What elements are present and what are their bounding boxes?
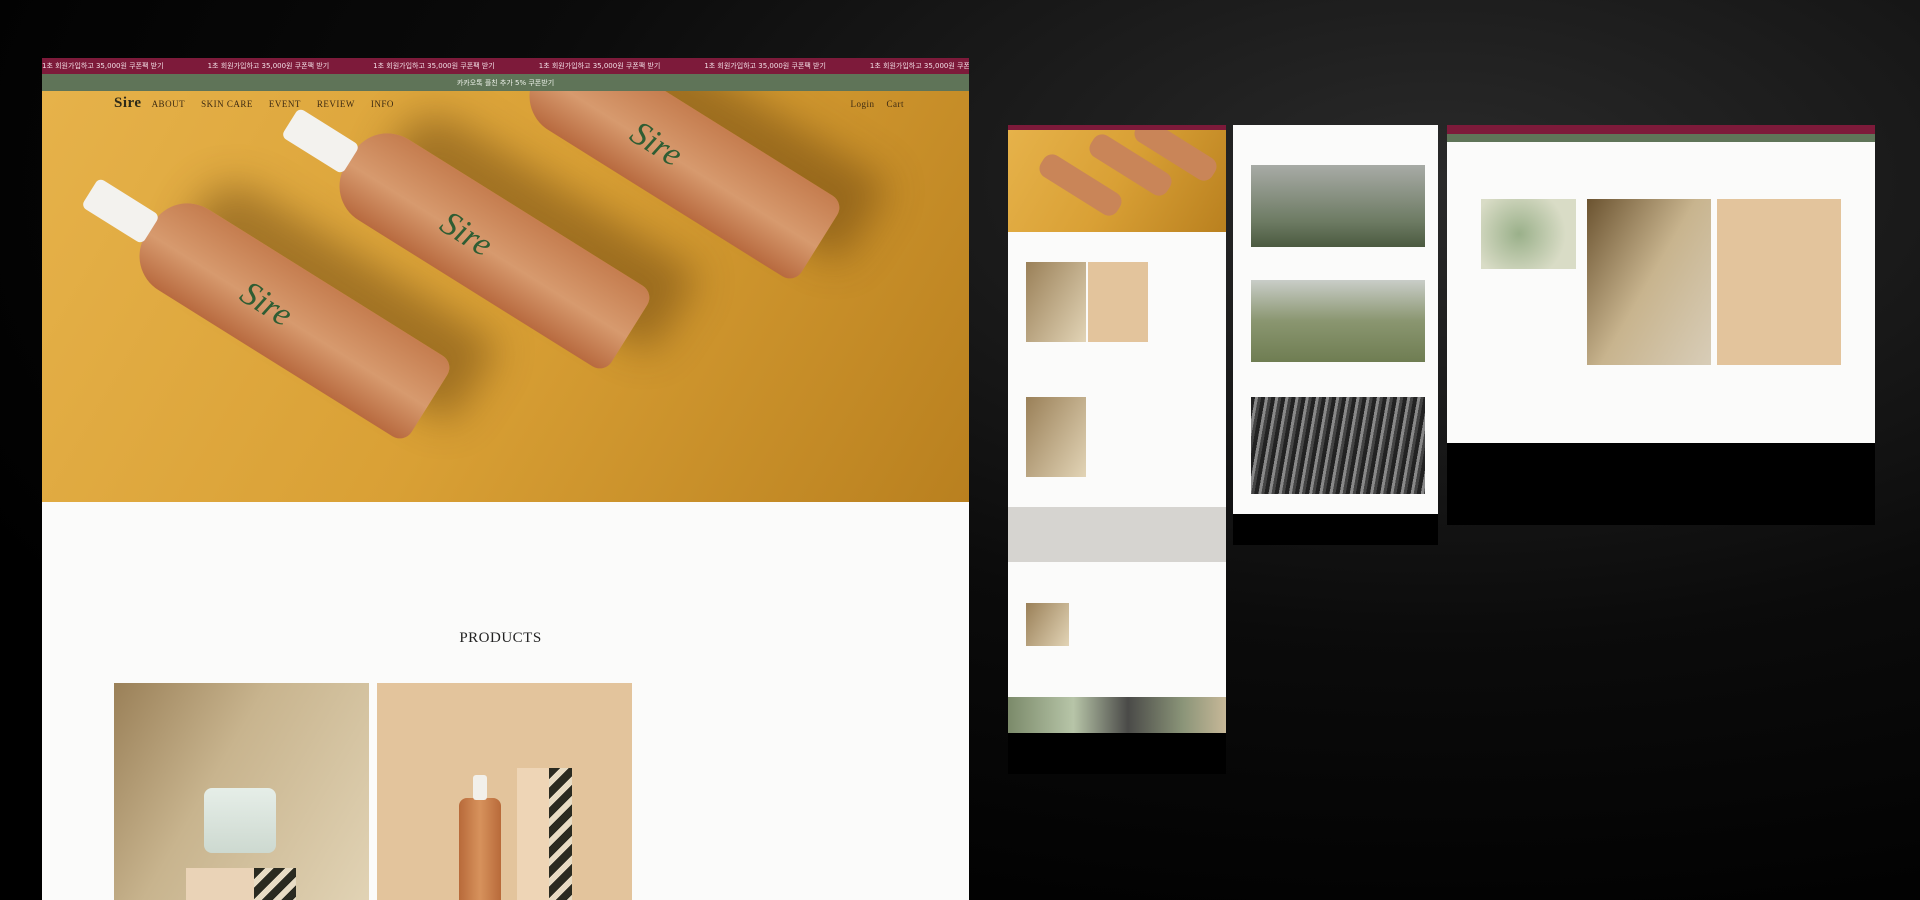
login-link[interactable]: Login bbox=[851, 99, 875, 109]
nav-review[interactable]: REVIEW bbox=[317, 99, 355, 109]
nav-event[interactable]: EVENT bbox=[269, 99, 301, 109]
shop-page-preview bbox=[1447, 125, 1875, 525]
logo[interactable]: Sire bbox=[114, 95, 142, 112]
marquee-text: 1초 회원가입하고 35,000원 쿠폰팩 받기 bbox=[207, 62, 330, 70]
main-page-preview: 1초 회원가입하고 35,000원 쿠폰팩 받기 1초 회원가입하고 35,00… bbox=[42, 58, 969, 900]
marquee-text: 1초 회원가입하고 35,000원 쿠폰팩 받기 bbox=[373, 62, 495, 70]
announcement-marquee[interactable]: 1초 회원가입하고 35,000원 쿠폰팩 받기 1초 회원가입하고 35,00… bbox=[42, 58, 969, 74]
mobile-home-preview bbox=[1008, 125, 1226, 774]
kakao-coupon-bar[interactable]: 카카오톡 플친 추가 5% 쿠폰받기 bbox=[42, 74, 969, 91]
products-section: PRODUCTS bbox=[42, 502, 969, 900]
section-title: PRODUCTS bbox=[459, 630, 542, 646]
kakao-coupon-text: 카카오톡 플친 추가 5% 쿠폰받기 bbox=[456, 78, 555, 87]
nav-info[interactable]: INFO bbox=[371, 99, 394, 109]
cart-link[interactable]: Cart bbox=[887, 99, 905, 109]
nav-about[interactable]: ABOUT bbox=[152, 99, 186, 109]
marquee-text: 1초 회원가입하고 35,000원 쿠폰팩 받기 bbox=[42, 62, 164, 70]
main-nav: Sire ABOUT SKIN CARE EVENT REVIEW INFO L… bbox=[114, 95, 904, 112]
marquee-text: 1초 회원가입하고 35,000원 쿠폰팩 받기 bbox=[704, 62, 826, 70]
product-card-cleanser[interactable] bbox=[377, 683, 632, 900]
hero-banner: Sire Sire Sire Sire ABOUT SKIN CARE EVEN… bbox=[42, 91, 969, 502]
product-card-cream[interactable] bbox=[114, 683, 369, 900]
about-page-preview bbox=[1233, 125, 1438, 545]
marquee-text: 1초 회원가입하고 35,000원 쿠폰팩 받기 bbox=[869, 62, 969, 70]
marquee-text: 1초 회원가입하고 35,000원 쿠폰팩 받기 bbox=[538, 62, 661, 70]
nav-skin-care[interactable]: SKIN CARE bbox=[201, 99, 253, 109]
